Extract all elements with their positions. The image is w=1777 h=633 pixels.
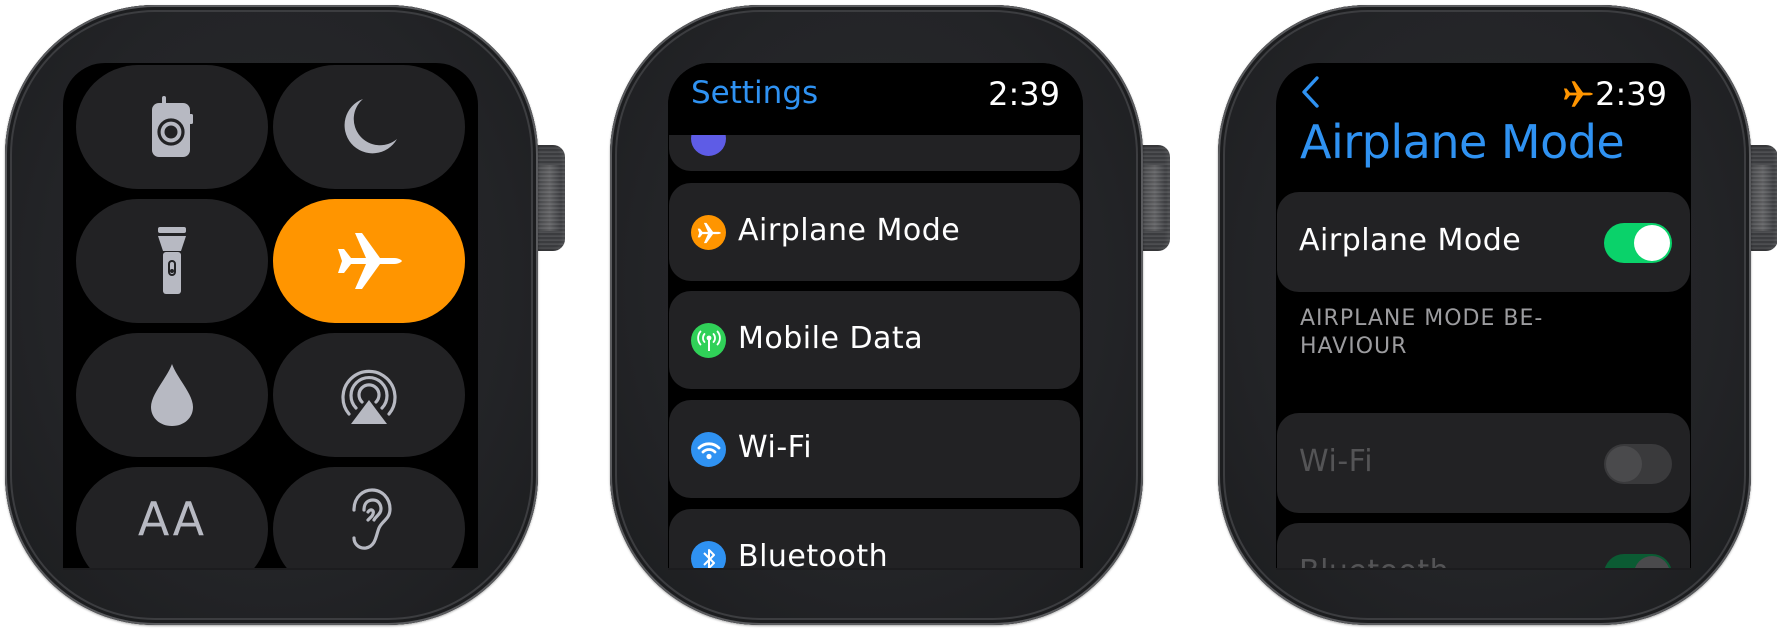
toggle-label: Airplane Mode [1299,223,1522,258]
settings-row-label: Wi-Fi [738,430,813,465]
toggle-knob [1634,225,1670,261]
nav-title[interactable]: Settings [691,75,818,111]
hearing-tile[interactable] [273,467,465,568]
status-bar: 2:39 [1563,75,1667,113]
wifi-icon [691,432,726,467]
status-time: 2:39 [1595,75,1667,113]
settings-row-label: Mobile Data [738,321,924,356]
walkie-talkie-icon [152,96,193,157]
airplane-mode-tile[interactable] [273,199,465,323]
airplane-icon [691,215,726,250]
antenna-icon [691,323,726,358]
nav-bar: Settings 2:39 [668,63,1083,135]
watch-airplane-mode: 2:39 Airplane Mode Airplane Mode AIRPLAN… [1218,5,1777,625]
settings-row-label: Bluetooth [738,539,889,568]
settings-row-bluetooth[interactable]: Bluetooth [669,509,1080,568]
flashlight-icon [158,227,186,294]
water-drop-icon [151,364,193,426]
airplay-tile[interactable] [273,333,465,457]
toggle-knob [1634,556,1670,568]
wifi-behaviour-row: Wi-Fi [1277,413,1690,513]
text-size-tile[interactable]: AA [76,467,268,568]
airplay-audio-icon [341,369,397,424]
screen-bottom-edge [1276,568,1691,570]
settings-row-airplane-mode[interactable]: Airplane Mode [669,183,1080,281]
bluetooth-toggle[interactable] [1604,554,1672,568]
airplane-mode-row: Airplane Mode [1277,192,1690,292]
moon-icon [344,99,397,154]
settings-row-wifi[interactable]: Wi-Fi [669,400,1080,498]
wifi-toggle[interactable] [1604,444,1672,484]
ear-icon [352,488,392,550]
chevron-left-icon [1302,76,1319,108]
section-header: AIRPLANE MODE BE- HAVIOUR [1300,305,1640,361]
status-time: 2:39 [988,75,1060,113]
section-header-line: HAVIOUR [1300,334,1408,359]
toggle-label: Bluetooth [1299,554,1449,568]
watch-screen: 2:39 Airplane Mode Airplane Mode AIRPLAN… [1276,63,1691,568]
watch-control-centre: AA [5,5,565,625]
airplane-icon [338,233,402,289]
text-size-icon: AA [137,492,207,546]
water-lock-tile[interactable] [76,333,268,457]
screen-bottom-edge [63,568,478,570]
watch-settings: Settings 2:39 Airplane Mode Mobile Data … [610,5,1170,625]
bluetooth-icon [691,541,726,568]
watch-screen: AA [63,63,478,568]
flashlight-tile[interactable] [76,199,268,323]
page-title: Airplane Mode [1300,115,1625,169]
settings-row-mobile-data[interactable]: Mobile Data [669,291,1080,389]
toggle-label: Wi-Fi [1299,444,1374,479]
settings-row-label: Airplane Mode [738,213,961,248]
do-not-disturb-tile[interactable] [273,65,465,189]
watch-screen: Settings 2:39 Airplane Mode Mobile Data … [668,63,1083,568]
section-header-line: AIRPLANE MODE BE- [1300,306,1544,331]
bluetooth-behaviour-row: Bluetooth [1277,523,1690,568]
walkie-talkie-tile[interactable] [76,65,268,189]
toggle-knob [1606,446,1642,482]
airplane-mode-toggle[interactable] [1604,223,1672,263]
screen-bottom-edge [668,568,1083,570]
back-button[interactable] [1300,75,1320,113]
airplane-status-icon [1564,81,1594,107]
